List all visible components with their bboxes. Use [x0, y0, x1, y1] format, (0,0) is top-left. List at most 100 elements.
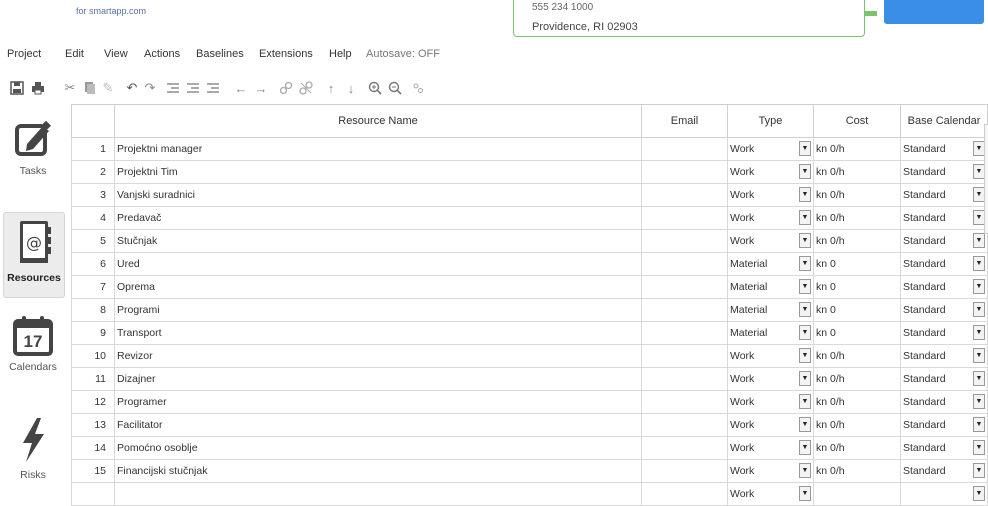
- calendar-cell[interactable]: Standard ▼: [900, 413, 988, 437]
- cost-cell[interactable]: kn 0/h: [813, 413, 901, 437]
- vertical-scrollbar[interactable]: [984, 124, 988, 234]
- type-dropdown-icon[interactable]: ▼: [799, 302, 811, 317]
- type-cell[interactable]: Work ▼: [727, 137, 814, 161]
- arrow-left-icon[interactable]: ←: [233, 78, 249, 98]
- resource-name-cell[interactable]: Programer: [114, 390, 642, 414]
- table-row[interactable]: 11 Dizajner Work ▼ kn 0/h Standard ▼: [71, 367, 988, 391]
- calendar-cell[interactable]: Standard ▼: [900, 459, 988, 483]
- type-cell[interactable]: Work ▼: [727, 344, 814, 368]
- resource-name-cell[interactable]: Oprema: [114, 275, 642, 299]
- email-cell[interactable]: [641, 183, 728, 207]
- unlink-icon[interactable]: [298, 78, 314, 98]
- resource-name-cell[interactable]: [114, 482, 642, 506]
- email-cell[interactable]: [641, 275, 728, 299]
- email-cell[interactable]: [641, 252, 728, 276]
- calendar-dropdown-icon[interactable]: ▼: [973, 394, 985, 409]
- type-dropdown-icon[interactable]: ▼: [799, 440, 811, 455]
- table-row[interactable]: 1 Projektni manager Work ▼ kn 0/h Standard ▼: [71, 137, 988, 161]
- type-dropdown-icon[interactable]: ▼: [799, 141, 811, 156]
- menu-actions[interactable]: Actions: [144, 48, 180, 60]
- email-cell[interactable]: [641, 413, 728, 437]
- type-dropdown-icon[interactable]: ▼: [799, 463, 811, 478]
- zoom-out-icon[interactable]: [387, 78, 403, 98]
- email-cell[interactable]: [641, 160, 728, 184]
- cost-cell[interactable]: kn 0: [813, 298, 901, 322]
- resource-name-cell[interactable]: Vanjski suradnici: [114, 183, 642, 207]
- cost-cell[interactable]: kn 0/h: [813, 459, 901, 483]
- type-cell[interactable]: Work ▼: [727, 183, 814, 207]
- resource-name-cell[interactable]: Projektni manager: [114, 137, 642, 161]
- type-cell[interactable]: Work ▼: [727, 459, 814, 483]
- calendar-cell[interactable]: Standard ▼: [900, 252, 988, 276]
- type-dropdown-icon[interactable]: ▼: [799, 210, 811, 225]
- print-icon[interactable]: [30, 78, 46, 98]
- type-cell[interactable]: Work ▼: [727, 436, 814, 460]
- type-cell[interactable]: Work ▼: [727, 367, 814, 391]
- table-row[interactable]: 2 Projektni Tim Work ▼ kn 0/h Standard ▼: [71, 160, 988, 184]
- cost-cell[interactable]: kn 0: [813, 252, 901, 276]
- outdent-icon[interactable]: [185, 78, 201, 98]
- indent-icon[interactable]: [165, 78, 181, 98]
- calendar-cell[interactable]: Standard ▼: [900, 321, 988, 345]
- calendar-cell[interactable]: Standard ▼: [900, 229, 988, 253]
- resource-name-cell[interactable]: Ured: [114, 252, 642, 276]
- type-dropdown-icon[interactable]: ▼: [799, 486, 811, 501]
- type-dropdown-icon[interactable]: ▼: [799, 417, 811, 432]
- calendar-cell[interactable]: Standard ▼: [900, 390, 988, 414]
- calendar-dropdown-icon[interactable]: ▼: [973, 256, 985, 271]
- cost-cell[interactable]: kn 0: [813, 321, 901, 345]
- type-dropdown-icon[interactable]: ▼: [799, 187, 811, 202]
- table-row[interactable]: 4 Predavač Work ▼ kn 0/h Standard ▼: [71, 206, 988, 230]
- sidebar-item-calendars[interactable]: 17 Calendars: [3, 314, 63, 373]
- email-cell[interactable]: [641, 344, 728, 368]
- settings-icon[interactable]: [410, 78, 426, 98]
- table-row[interactable]: 3 Vanjski suradnici Work ▼ kn 0/h Standard ▼: [71, 183, 988, 207]
- calendar-cell[interactable]: Standard ▼: [900, 436, 988, 460]
- calendar-dropdown-icon[interactable]: ▼: [973, 279, 985, 294]
- type-cell[interactable]: Material ▼: [727, 298, 814, 322]
- cut-icon[interactable]: ✂: [62, 78, 78, 98]
- email-cell[interactable]: [641, 206, 728, 230]
- link-icon[interactable]: [278, 78, 294, 98]
- undo-icon[interactable]: ↶: [124, 78, 140, 98]
- calendar-cell[interactable]: Standard ▼: [900, 183, 988, 207]
- type-cell[interactable]: Work ▼: [727, 229, 814, 253]
- arrow-down-icon[interactable]: ↓: [343, 78, 359, 98]
- type-cell[interactable]: Work ▼: [727, 390, 814, 414]
- calendar-cell[interactable]: ▼: [900, 482, 988, 506]
- table-row[interactable]: 7 Oprema Material ▼ kn 0 Standard ▼: [71, 275, 988, 299]
- table-row[interactable]: 8 Programi Material ▼ kn 0 Standard ▼: [71, 298, 988, 322]
- calendar-cell[interactable]: Standard ▼: [900, 275, 988, 299]
- type-dropdown-icon[interactable]: ▼: [799, 325, 811, 340]
- calendar-dropdown-icon[interactable]: ▼: [973, 325, 985, 340]
- calendar-cell[interactable]: Standard ▼: [900, 367, 988, 391]
- calendar-dropdown-icon[interactable]: ▼: [973, 417, 985, 432]
- calendar-dropdown-icon[interactable]: ▼: [973, 233, 985, 248]
- table-row[interactable]: 5 Stučnjak Work ▼ kn 0/h Standard ▼: [71, 229, 988, 253]
- type-dropdown-icon[interactable]: ▼: [799, 256, 811, 271]
- resource-name-cell[interactable]: Stučnjak: [114, 229, 642, 253]
- paste-icon[interactable]: ✎: [100, 78, 116, 98]
- menu-edit[interactable]: Edit: [65, 48, 84, 60]
- top-action-button[interactable]: [884, 0, 984, 24]
- calendar-dropdown-icon[interactable]: ▼: [973, 463, 985, 478]
- table-row[interactable]: 10 Revizor Work ▼ kn 0/h Standard ▼: [71, 344, 988, 368]
- zoom-in-icon[interactable]: [367, 78, 383, 98]
- resource-name-cell[interactable]: Projektni Tim: [114, 160, 642, 184]
- arrow-right-icon[interactable]: →: [253, 78, 269, 98]
- cost-cell[interactable]: kn 0/h: [813, 436, 901, 460]
- resource-name-cell[interactable]: Facilitator: [114, 413, 642, 437]
- table-row[interactable]: 6 Ured Material ▼ kn 0 Standard ▼: [71, 252, 988, 276]
- type-dropdown-icon[interactable]: ▼: [799, 164, 811, 179]
- calendar-cell[interactable]: Standard ▼: [900, 344, 988, 368]
- cost-cell[interactable]: kn 0/h: [813, 390, 901, 414]
- sidebar-item-tasks[interactable]: Tasks: [3, 120, 63, 177]
- table-row[interactable]: 14 Pomoćno osoblje Work ▼ kn 0/h Standard ▼: [71, 436, 988, 460]
- copy-icon[interactable]: [82, 78, 98, 98]
- email-cell[interactable]: [641, 436, 728, 460]
- calendar-dropdown-icon[interactable]: ▼: [973, 371, 985, 386]
- header-resource-name[interactable]: Resource Name: [114, 104, 642, 138]
- email-cell[interactable]: [641, 229, 728, 253]
- calendar-cell[interactable]: Standard ▼: [900, 206, 988, 230]
- cost-cell[interactable]: kn 0/h: [813, 137, 901, 161]
